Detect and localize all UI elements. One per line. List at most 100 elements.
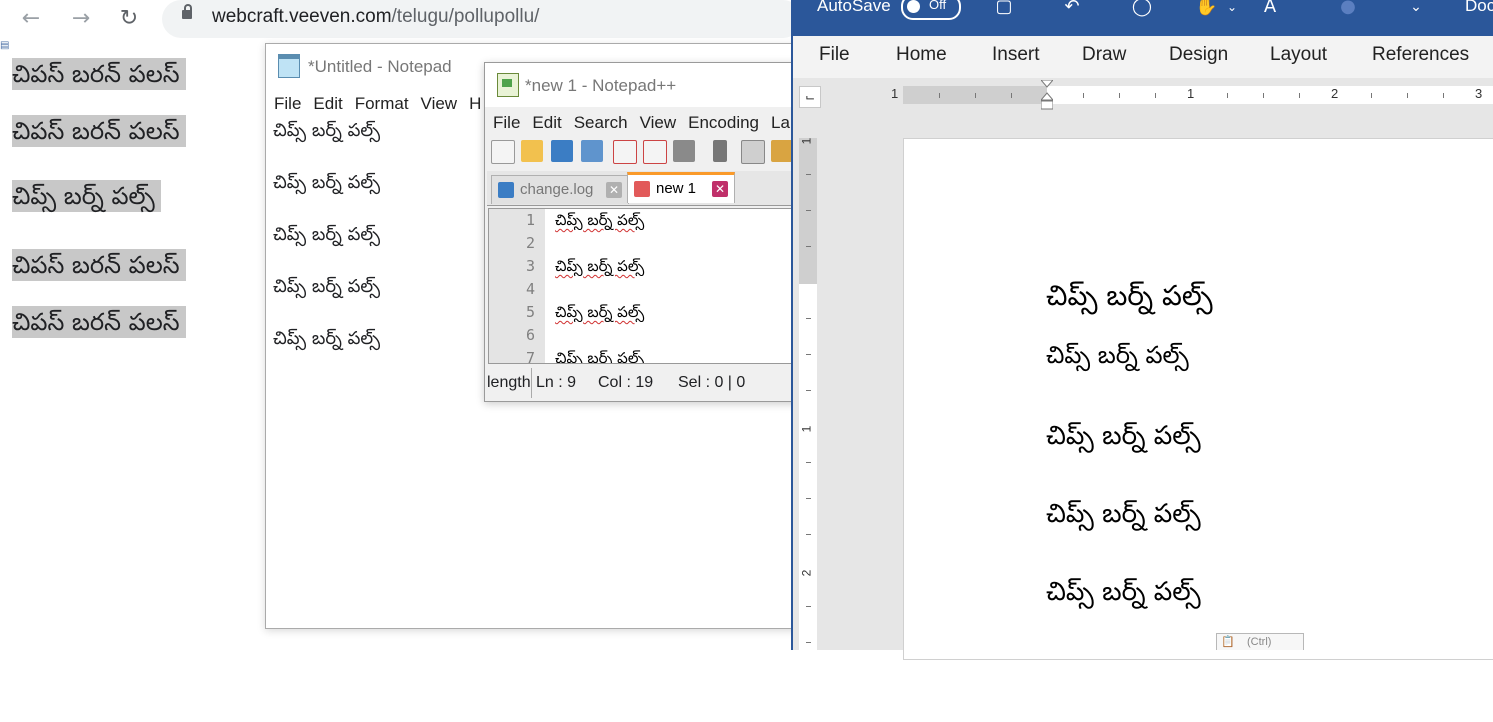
ruler-tick <box>806 462 811 463</box>
vertical-ruler[interactable]: 1 1 2 <box>799 138 817 658</box>
menu-encoding[interactable]: Encoding <box>688 113 759 132</box>
ruler-tick <box>806 498 811 499</box>
tab-home[interactable]: Home <box>896 44 947 66</box>
close-icon[interactable]: ✕ <box>712 181 728 197</box>
cut-icon[interactable] <box>713 140 727 162</box>
tab-file[interactable]: File <box>819 44 850 66</box>
ruler-tick <box>1443 93 1444 98</box>
menu-language[interactable]: La <box>771 113 790 132</box>
menu-file[interactable]: File <box>274 94 301 113</box>
tab-references[interactable]: References <box>1372 44 1469 66</box>
ruler-number: 3 <box>1475 86 1483 101</box>
close-all-icon[interactable] <box>643 140 667 164</box>
close-file-icon[interactable] <box>613 140 637 164</box>
web-line: చిపస్ బరన్ పలస్ <box>12 58 186 90</box>
menu-help[interactable]: H <box>469 94 481 113</box>
save-icon[interactable]: ▢ <box>993 0 1015 16</box>
notepad-app-icon <box>278 54 300 78</box>
word-line: చిప్స్ బర్న్ పల్స్ <box>1046 279 1213 312</box>
status-selection: Sel : 0 | 0 <box>678 374 746 391</box>
word-window: AutoSave Off ▢ ↶ ◯ ✋ ⌄ A ● ⌄ Doc File Ho… <box>791 0 1493 660</box>
document-name[interactable]: Doc <box>1465 0 1493 16</box>
save-icon[interactable] <box>551 140 573 162</box>
close-icon[interactable]: ✕ <box>606 182 622 198</box>
ruler-tick <box>975 93 976 98</box>
ruler-tick <box>806 390 811 391</box>
clipboard-icon: 📋 <box>1221 636 1235 648</box>
ruler-margin <box>799 138 817 284</box>
notepadpp-tabbar: change.log ✕ new 1 ✕ <box>487 171 803 206</box>
copy-icon[interactable] <box>741 140 765 164</box>
menu-view[interactable]: View <box>640 113 677 132</box>
web-line: చిపస్ బరన్ పలస్ <box>12 306 186 338</box>
word-line: చిప్స్ బర్న్ పల్స్ <box>1046 341 1189 369</box>
paste-options-label: (Ctrl) <box>1247 636 1272 648</box>
touch-pointer-icon[interactable]: ✋ <box>1195 0 1217 16</box>
customize-toolbar-icon[interactable]: ⌄ <box>1405 0 1427 16</box>
ruler-tick <box>1407 93 1408 98</box>
notepadpp-menubar: File Edit Search View Encoding La <box>493 113 802 133</box>
read-aloud-icon[interactable]: A <box>1259 0 1281 16</box>
address-bar[interactable]: webcraft.veeven.com/telugu/pollupollu/ <box>162 0 802 38</box>
circle-icon[interactable]: ● <box>1337 0 1359 16</box>
tab-draw[interactable]: Draw <box>1082 44 1126 66</box>
line-number: 2 <box>525 234 535 252</box>
menu-search[interactable]: Search <box>574 113 628 132</box>
ruler-number: 2 <box>799 569 814 577</box>
lock-icon[interactable] <box>182 4 192 19</box>
paste-icon[interactable] <box>771 140 793 162</box>
web-line: చిపస్ బరన్ పలస్ <box>12 115 186 147</box>
tab-design[interactable]: Design <box>1169 44 1228 66</box>
menu-file[interactable]: File <box>493 113 520 132</box>
ruler-number: 1 <box>799 425 814 433</box>
horizontal-ruler[interactable]: 1 1 2 3 <box>891 86 1493 104</box>
word-ribbon-tabs: File Home Insert Draw Design Layout Refe… <box>793 36 1493 78</box>
tab-new-1[interactable]: new 1 ✕ <box>627 172 735 203</box>
ruler-tick <box>806 354 811 355</box>
tab-insert[interactable]: Insert <box>992 44 1040 66</box>
notepad-line: చిప్స్ బర్న్ పల్స్ <box>273 172 381 193</box>
notepadpp-titlebar[interactable]: *new 1 - Notepad++ <box>485 63 805 107</box>
undo-icon[interactable]: ↶ <box>1061 0 1083 16</box>
ruler-tick <box>939 93 940 98</box>
tab-layout[interactable]: Layout <box>1270 44 1327 66</box>
url-text[interactable]: webcraft.veeven.com/telugu/pollupollu/ <box>212 6 539 28</box>
print-icon[interactable] <box>673 140 695 162</box>
menu-view[interactable]: View <box>421 94 458 113</box>
autosave-toggle[interactable]: Off <box>901 0 961 20</box>
notepadpp-editor[interactable]: 1 2 3 4 5 6 7 చిప్స్ బర్న్ పల్స్ చిప్స్ … <box>488 208 804 364</box>
line-number: 5 <box>525 303 535 321</box>
notepad-line: చిప్స్ బర్న్ పల్స్ <box>273 120 381 141</box>
notepadpp-app-icon <box>497 73 519 97</box>
menu-edit[interactable]: Edit <box>532 113 561 132</box>
refresh-icon[interactable]: ↻ <box>116 6 142 32</box>
new-file-icon[interactable] <box>491 140 515 164</box>
save-all-icon[interactable] <box>581 140 603 162</box>
tab-label: change.log <box>520 181 594 198</box>
word-line: చిప్స్ బర్న్ పల్స్ <box>1046 577 1201 607</box>
document-page[interactable]: చిప్స్ బర్న్ పల్స్ చిప్స్ బర్న్ పల్స్ చి… <box>903 138 1493 660</box>
code-line: చిప్స్ బర్న్ పల్స్ <box>555 257 645 275</box>
menu-format[interactable]: Format <box>355 94 409 113</box>
line-number: 4 <box>525 280 535 298</box>
tab-selector-icon[interactable]: ⌙ <box>799 86 821 108</box>
web-line: చిపస్ బరన్ పలస్ <box>12 249 186 281</box>
code-line: చిప్స్ బర్న్ పల్స్ <box>555 303 645 321</box>
browser-toolbar: ← → ↻ webcraft.veeven.com/telugu/pollupo… <box>0 0 802 40</box>
forward-icon[interactable]: → <box>68 6 94 32</box>
open-file-icon[interactable] <box>521 140 543 162</box>
ruler-tick <box>1083 93 1084 98</box>
saved-file-icon <box>498 182 514 198</box>
touch-mode-icon[interactable]: ◯ <box>1131 0 1153 16</box>
document-area: ⌙ 1 1 2 3 1 1 2 చిప్స్ బర్న్ పల్స్ చిప్స… <box>793 78 1493 660</box>
ruler-tick <box>1011 93 1012 98</box>
notepadpp-statusbar: length Ln : 9 Col : 19 Sel : 0 | 0 <box>485 368 805 398</box>
tab-change-log[interactable]: change.log ✕ <box>491 175 629 204</box>
chevron-down-icon[interactable]: ⌄ <box>1221 0 1243 16</box>
word-line: చిప్స్ బర్న్ పల్స్ <box>1046 499 1201 529</box>
paste-options-button[interactable]: 📋 (Ctrl) <box>1216 633 1304 650</box>
ruler-tick <box>1299 93 1300 98</box>
back-icon[interactable]: ← <box>18 6 44 32</box>
menu-edit[interactable]: Edit <box>313 94 342 113</box>
indent-marker-icon[interactable] <box>1041 80 1053 110</box>
